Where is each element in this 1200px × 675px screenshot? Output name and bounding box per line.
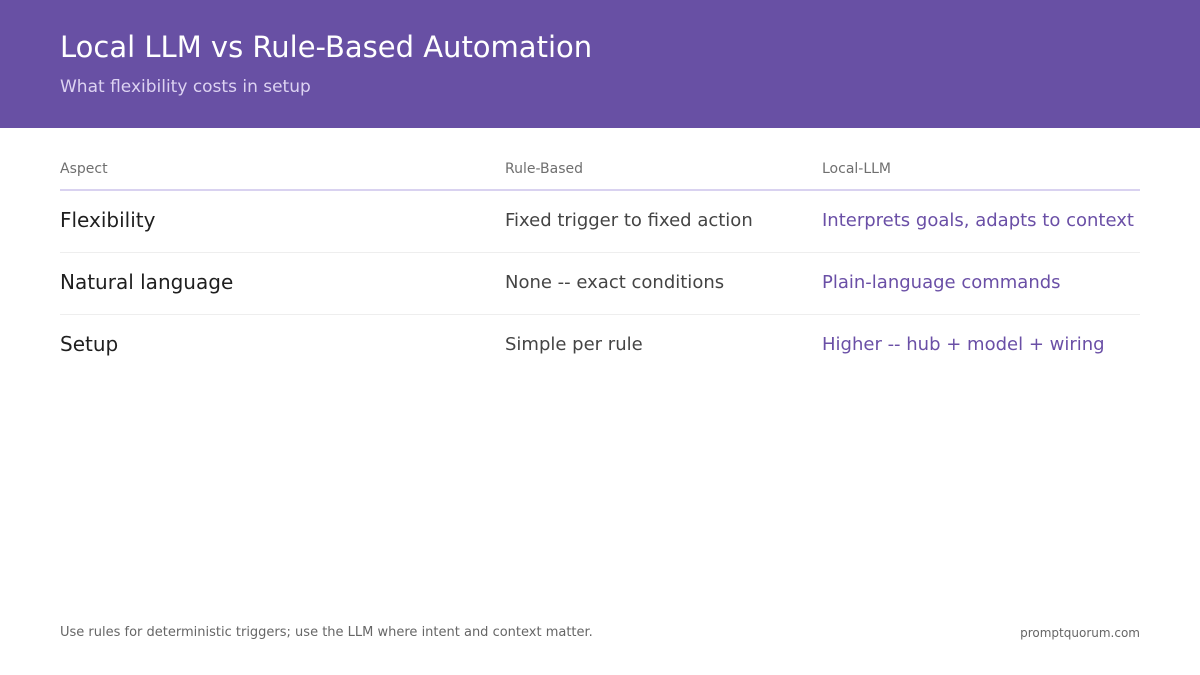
column-header-local-llm: Local-LLM (822, 161, 892, 177)
footer-note: Use rules for deterministic triggers; us… (60, 625, 593, 640)
rule-based-cell: Fixed trigger to fixed action (505, 210, 753, 231)
header-banner: Local LLM vs Rule-Based Automation What … (0, 0, 1200, 128)
table-row: Flexibility Fixed trigger to fixed actio… (60, 191, 1140, 253)
table-row: Natural language None -- exact condition… (60, 253, 1140, 315)
page-subtitle: What flexibility costs in setup (60, 77, 311, 97)
comparison-table: Aspect Rule-Based Local-LLM Flexibility … (60, 152, 1140, 377)
page-title: Local LLM vs Rule-Based Automation (60, 30, 593, 64)
footer-brand: promptquorum.com (1020, 626, 1140, 640)
column-header-rule-based: Rule-Based (505, 161, 584, 177)
local-llm-cell: Higher -- hub + model + wiring (822, 334, 1105, 355)
aspect-cell: Flexibility (60, 208, 156, 232)
local-llm-cell: Interprets goals, adapts to context (822, 210, 1134, 231)
table-row: Setup Simple per rule Higher -- hub + mo… (60, 315, 1140, 377)
rule-based-cell: Simple per rule (505, 334, 643, 355)
table-header: Aspect Rule-Based Local-LLM (60, 152, 1140, 191)
column-header-aspect: Aspect (60, 161, 108, 177)
slide: Local LLM vs Rule-Based Automation What … (0, 0, 1200, 675)
rule-based-cell: None -- exact conditions (505, 272, 725, 293)
aspect-cell: Natural language (60, 270, 234, 294)
aspect-cell: Setup (60, 332, 119, 356)
local-llm-cell: Plain-language commands (822, 272, 1061, 293)
